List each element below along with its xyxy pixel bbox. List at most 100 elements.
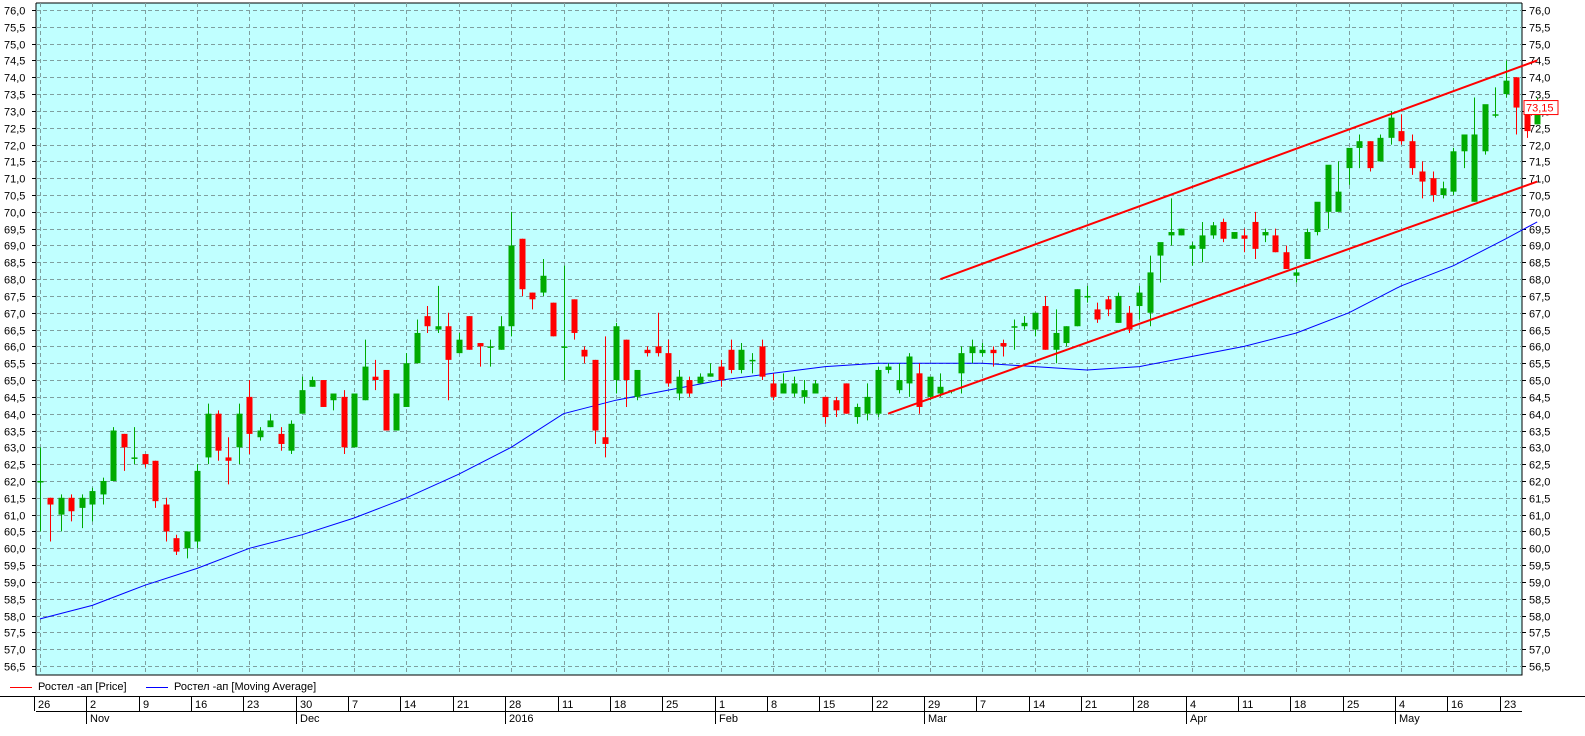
candle-body — [1189, 245, 1196, 249]
candle-body — [403, 363, 410, 407]
candle-body — [163, 504, 170, 532]
y-tick-label-right: 67,5 — [1529, 292, 1550, 304]
candle-body — [990, 349, 997, 354]
y-tick-label-left: 61,5 — [4, 494, 25, 506]
candle-body — [194, 470, 201, 542]
candle-body — [236, 413, 243, 448]
x-tick-label: 11 — [562, 699, 573, 711]
candle-body — [1398, 131, 1405, 142]
candle-body — [937, 386, 944, 394]
candle-body — [602, 437, 609, 444]
candle-body — [1513, 77, 1520, 108]
y-tick-label-right: 60,0 — [1529, 544, 1550, 556]
candle-body — [864, 396, 871, 414]
x-tick-label: 4 — [1399, 699, 1405, 711]
candle-body — [1168, 232, 1175, 236]
candle-body — [718, 366, 725, 381]
candle-body — [1503, 80, 1510, 95]
month-label: Feb — [719, 713, 738, 725]
candle-body — [362, 366, 369, 401]
x-tick-label: 23 — [1504, 699, 1516, 711]
candle-body — [738, 349, 745, 370]
y-tick-label-left: 69,0 — [4, 241, 25, 253]
candle-body — [1136, 292, 1143, 307]
x-tick-label: 11 — [1242, 699, 1253, 711]
candle-body — [1409, 141, 1416, 169]
candle-body — [100, 480, 107, 495]
candle-body — [1440, 188, 1447, 196]
candle-body — [540, 275, 547, 293]
candle-body — [1220, 221, 1227, 239]
legend-item-price: Ростел -ап [Price] — [10, 681, 127, 693]
candle-body — [372, 376, 379, 381]
x-tick-label: 25 — [666, 699, 678, 711]
candle-body — [309, 380, 316, 387]
candle-body — [37, 480, 44, 483]
candle-body — [288, 423, 295, 451]
candle-body — [257, 430, 264, 438]
y-tick-label-right: 64,0 — [1529, 410, 1550, 422]
y-tick-label-right: 65,5 — [1529, 359, 1550, 371]
y-tick-label-right: 66,0 — [1529, 342, 1550, 354]
candle-body — [1262, 232, 1269, 236]
candle-body — [1304, 232, 1311, 259]
x-tick-label: 2 — [90, 699, 96, 711]
candle-body — [1231, 232, 1238, 239]
y-tick-label-left: 73,0 — [4, 107, 25, 119]
candle-body — [205, 413, 212, 458]
candle-body — [1272, 235, 1279, 253]
candle-body — [68, 497, 75, 512]
y-tick-label-left: 59,5 — [4, 561, 25, 573]
candle-body — [1346, 147, 1353, 169]
candle-body — [435, 326, 442, 330]
candle-body — [1063, 326, 1070, 344]
y-tick-label-left: 63,5 — [4, 427, 25, 439]
candle-body — [152, 460, 159, 502]
candle-body — [225, 457, 232, 461]
y-tick-label-left: 68,5 — [4, 258, 25, 270]
y-tick-label-left: 71,5 — [4, 157, 25, 169]
y-tick-label-left: 74,0 — [4, 73, 25, 85]
y-tick-label-left: 62,5 — [4, 460, 25, 472]
candle-body — [1377, 137, 1384, 162]
y-tick-label-right: 74,0 — [1529, 73, 1550, 85]
y-tick-label-left: 65,0 — [4, 376, 25, 388]
x-tick-label: 16 — [195, 699, 207, 711]
y-tick-label-left: 73,5 — [4, 90, 25, 102]
candle-body — [1032, 312, 1039, 330]
candle-body — [456, 339, 463, 354]
candle-body — [246, 396, 253, 434]
candle-body — [1042, 306, 1049, 350]
candle-body — [697, 376, 704, 384]
candle-body — [791, 383, 798, 394]
y-tick-label-right: 69,0 — [1529, 241, 1550, 253]
y-tick-label-right: 63,5 — [1529, 427, 1550, 439]
candle-body — [1241, 235, 1248, 239]
x-tick-label: 28 — [509, 699, 521, 711]
y-tick-label-left: 66,5 — [4, 326, 25, 338]
candle-body — [676, 376, 683, 394]
x-tick-label: 28 — [1137, 699, 1149, 711]
candle-body — [875, 369, 882, 414]
candle-body — [1325, 164, 1332, 212]
y-tick-label-right: 62,5 — [1529, 460, 1550, 472]
candle-body — [896, 380, 903, 391]
month-label: Mar — [928, 713, 947, 725]
legend-item-moving-average: Ростел -ап [Moving Average] — [146, 681, 316, 693]
legend-swatch-moving-average — [146, 686, 168, 688]
candle-body — [581, 349, 588, 357]
month-label: Nov — [90, 713, 110, 725]
candle-body — [644, 349, 651, 354]
candle-body — [1074, 289, 1081, 327]
x-tick-label: 18 — [614, 699, 626, 711]
candle-body — [278, 433, 285, 444]
candle-body — [833, 400, 840, 411]
y-tick-label-left: 65,5 — [4, 359, 25, 371]
candle-body — [215, 413, 222, 451]
y-tick-label-left: 76,0 — [4, 6, 25, 18]
candle-body — [843, 383, 850, 414]
candle-body — [707, 373, 714, 377]
candle-body — [1430, 178, 1437, 196]
y-tick-label-right: 61,5 — [1529, 494, 1550, 506]
candle-body — [979, 349, 986, 354]
